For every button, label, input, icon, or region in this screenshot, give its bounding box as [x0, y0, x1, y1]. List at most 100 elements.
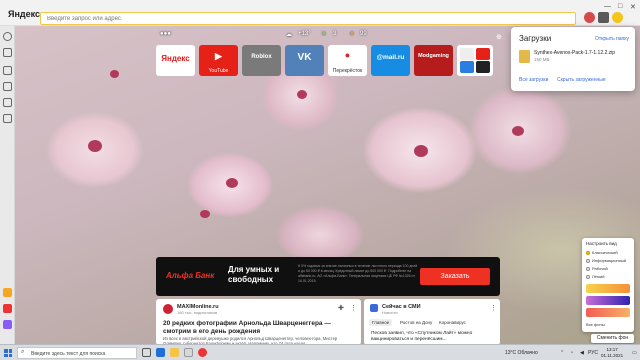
news-tab-covid[interactable]: Коронавирус: [436, 319, 469, 326]
volume-icon[interactable]: ◀: [580, 350, 584, 356]
tile-perekrestok[interactable]: ● Перекрёсток: [328, 45, 367, 76]
maximize-icon[interactable]: □: [618, 3, 622, 10]
radio-icon[interactable]: [586, 266, 590, 271]
blossom-center: [88, 140, 102, 152]
theme-option-label: Информационный: [592, 258, 627, 263]
change-background-button[interactable]: Сменить фон: [591, 334, 634, 343]
more-icon[interactable]: ⋮: [350, 304, 357, 312]
tile-label: Яндекс: [161, 54, 190, 63]
news-tab-main[interactable]: Главное: [369, 319, 393, 326]
news-item[interactable]: Песков заявил, что «Спутником Лайт» можн…: [371, 331, 496, 343]
tile-roblox[interactable]: Roblox: [242, 45, 281, 76]
theme-option-label: Лёгкий: [592, 274, 605, 279]
profile-icon[interactable]: [584, 12, 595, 23]
music-icon[interactable]: [3, 304, 12, 313]
network-icon[interactable]: ◔: [570, 350, 573, 356]
menu-dots-icon[interactable]: ●●●: [160, 31, 171, 37]
theme-preview[interactable]: [586, 296, 630, 305]
open-folder-link[interactable]: Открыть папку: [595, 36, 629, 42]
task-view-icon[interactable]: [142, 348, 151, 357]
tile-group[interactable]: [457, 45, 493, 76]
tile-yandex[interactable]: Яндекс: [156, 45, 195, 76]
notes-icon[interactable]: [3, 114, 12, 123]
store-icon[interactable]: [184, 348, 193, 357]
extension-icon[interactable]: [612, 12, 623, 23]
theme-option-light[interactable]: Лёгкий: [586, 274, 605, 279]
yandex-browser-icon[interactable]: [198, 348, 207, 357]
clock-date: 01.11.2021: [601, 353, 624, 358]
score-one[interactable]: 3: [333, 31, 336, 37]
ad-headline: Для умных и свободных: [228, 265, 280, 284]
pin-icon[interactable]: ✚: [338, 304, 344, 312]
tile-modgaming[interactable]: Modgaming: [414, 45, 453, 76]
tile-mailru[interactable]: @mail.ru: [371, 45, 410, 76]
add-tile-icon[interactable]: ⊕: [496, 33, 502, 41]
tile-vk[interactable]: VK: [285, 45, 324, 76]
messenger-icon[interactable]: [3, 320, 12, 329]
radio-icon[interactable]: [586, 258, 590, 263]
tile-label: @mail.ru: [376, 54, 405, 61]
card-headline[interactable]: 20 редких фотографии Арнольда Шварценегг…: [163, 320, 353, 336]
radio-icon[interactable]: [586, 274, 590, 279]
theme-option-work[interactable]: Рабочий: [586, 266, 608, 271]
clock[interactable]: 13:17 01.11.2021: [601, 347, 623, 359]
weather-tray[interactable]: 13°C Облачно: [505, 350, 538, 356]
blossom-center: [512, 126, 524, 136]
tile-youtube[interactable]: ▶ YouTube: [199, 45, 238, 76]
mini-tile-youtube[interactable]: [476, 48, 490, 60]
perekrestok-logo: ●: [344, 50, 351, 60]
news-card[interactable]: Сейчас в СМИ Новости ⋮ Главное Ростов на…: [364, 299, 500, 345]
search-icon: ⌕: [21, 349, 25, 355]
ad-bank-name: Альфа Банк: [166, 271, 215, 280]
address-input[interactable]: [41, 13, 575, 25]
news-subtitle: Новости: [382, 310, 398, 315]
taskbar-search[interactable]: ⌕ Введите здесь текст для поиска: [17, 347, 137, 359]
theme-preview[interactable]: [586, 308, 630, 317]
ad-order-button[interactable]: Заказать: [420, 268, 490, 285]
source-avatar: [163, 304, 173, 314]
notifications-icon[interactable]: ▭: [632, 350, 637, 356]
download-file-name[interactable]: Synthex-Avenox-Pack-1.7-1.12.2.zip: [534, 50, 615, 56]
address-bar[interactable]: [40, 12, 576, 25]
explorer-icon[interactable]: [170, 348, 179, 357]
browser-brand: Яндекс: [8, 9, 41, 19]
radio-selected-icon[interactable]: [586, 250, 590, 255]
source-subscribers: 180 тыс. подписчиков: [177, 310, 218, 315]
alice-icon[interactable]: [3, 288, 12, 297]
theme-preview[interactable]: [586, 284, 630, 293]
more-icon[interactable]: ⋮: [490, 304, 497, 312]
downloads-title: Загрузки: [519, 34, 552, 43]
history-icon[interactable]: [3, 82, 12, 91]
news-tab-rostov[interactable]: Ростов на Дону: [397, 319, 435, 326]
edge-icon[interactable]: [156, 348, 165, 357]
profile-icon[interactable]: [3, 32, 12, 41]
downloads-icon[interactable]: [3, 98, 12, 107]
tray-arrow-icon[interactable]: ⌃: [560, 350, 564, 356]
mini-tile-game[interactable]: [476, 61, 490, 73]
temperature[interactable]: +13°: [298, 31, 311, 37]
add-icon[interactable]: [3, 48, 12, 57]
bookmarks-icon[interactable]: [3, 66, 12, 75]
windows-taskbar: ⌕ Введите здесь текст для поиска 13°C Об…: [0, 344, 640, 360]
news-icon: [370, 304, 378, 312]
download-file-size: 150 МБ: [534, 57, 550, 62]
all-backgrounds-link[interactable]: Все фоны: [586, 322, 605, 327]
ad-banner[interactable]: Альфа Банк Для умных и свободных К 0% го…: [156, 257, 500, 296]
minimize-icon[interactable]: —: [604, 3, 611, 10]
mini-tile-service[interactable]: [460, 61, 474, 73]
feed-card[interactable]: MAXIMonline.ru 180 тыс. подписчиков ✚ ⋮ …: [156, 299, 361, 345]
mini-tile-yandex[interactable]: [460, 48, 474, 60]
theme-option-classic[interactable]: Классический: [586, 250, 618, 255]
blossom-center: [226, 178, 238, 188]
play-icon: ▶: [215, 51, 222, 61]
language-indicator[interactable]: РУС: [588, 350, 598, 356]
close-icon[interactable]: ✕: [630, 3, 636, 11]
download-icon[interactable]: [598, 12, 609, 23]
downloads-panel: Загрузки Открыть папку Synthex-Avenox-Pa…: [511, 27, 635, 91]
theme-title: Настроить вид: [586, 241, 617, 246]
windows-start-icon[interactable]: [4, 349, 12, 357]
hide-downloaded-link[interactable]: Скрыть загруженные: [557, 77, 606, 83]
theme-option-info[interactable]: Информационный: [586, 258, 626, 263]
score-two[interactable]: 99: [360, 31, 367, 37]
all-downloads-link[interactable]: Все загрузки: [519, 77, 548, 83]
